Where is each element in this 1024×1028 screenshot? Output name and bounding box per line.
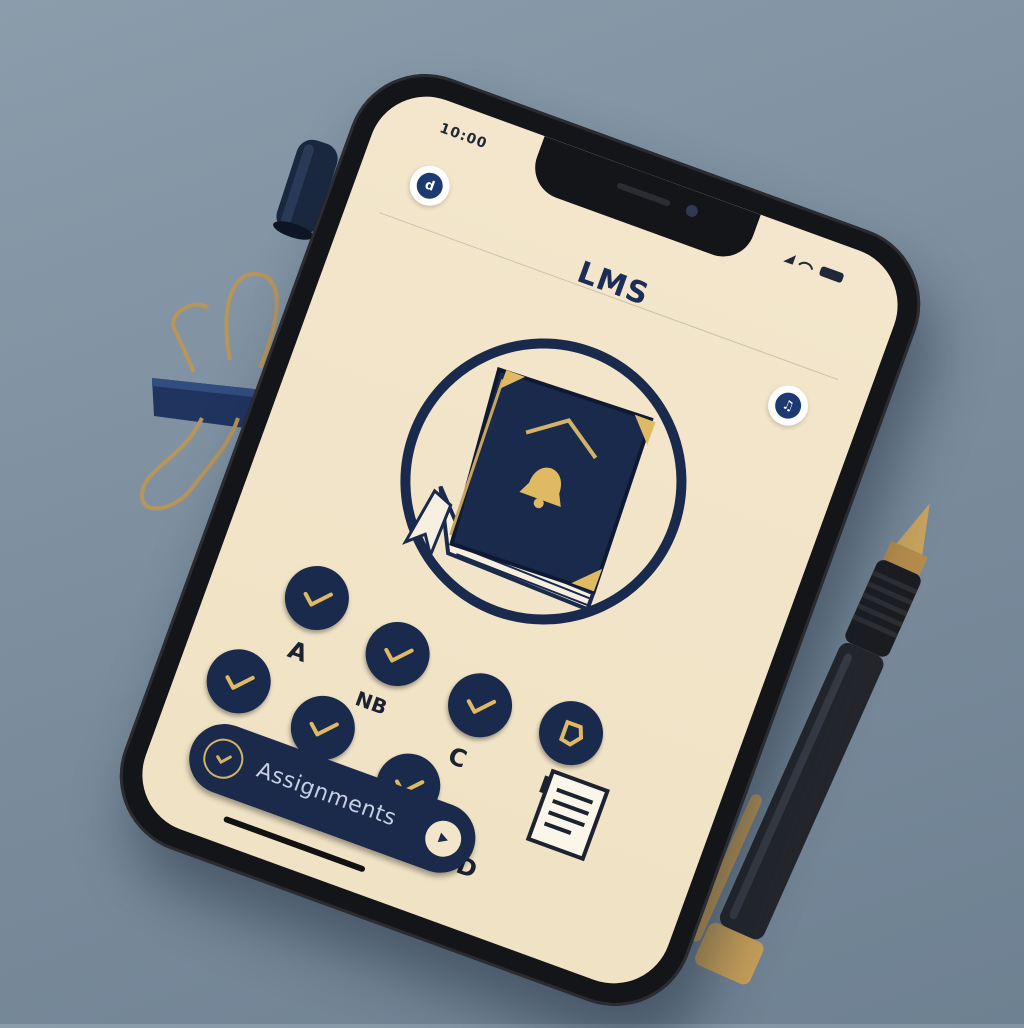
check-icon (466, 699, 497, 714)
option-letter: A (284, 635, 312, 669)
front-camera (684, 203, 700, 219)
desk-scene: 10:00 d LMS ♫ A NB C D Assignments (0, 0, 1024, 1028)
check-icon (225, 675, 255, 690)
wifi-icon (798, 261, 814, 270)
check-icon (309, 721, 339, 737)
status-time: 10:00 (437, 120, 490, 153)
document-icon (525, 768, 610, 862)
option-letter: NB (352, 686, 391, 720)
status-icons (783, 255, 844, 283)
answer-check-2[interactable] (356, 613, 439, 696)
battery-icon (819, 266, 844, 283)
speaker (616, 182, 671, 207)
right-circle-icon: ♫ (771, 388, 805, 423)
option-letter: C (444, 741, 471, 774)
option-d-icon (558, 719, 584, 747)
assignment-check-icon (197, 733, 249, 785)
play-icon[interactable] (420, 815, 467, 862)
right-circle-button[interactable]: ♫ (762, 379, 814, 432)
answer-check-3[interactable] (439, 664, 522, 747)
book-emblem-icon (400, 338, 687, 625)
answer-option-d[interactable] (530, 692, 613, 775)
check-icon (303, 591, 333, 607)
answer-check-4[interactable] (197, 640, 280, 723)
assignments-label: Assignments (253, 757, 400, 832)
check-icon (384, 647, 414, 663)
signal-icon (783, 255, 797, 265)
